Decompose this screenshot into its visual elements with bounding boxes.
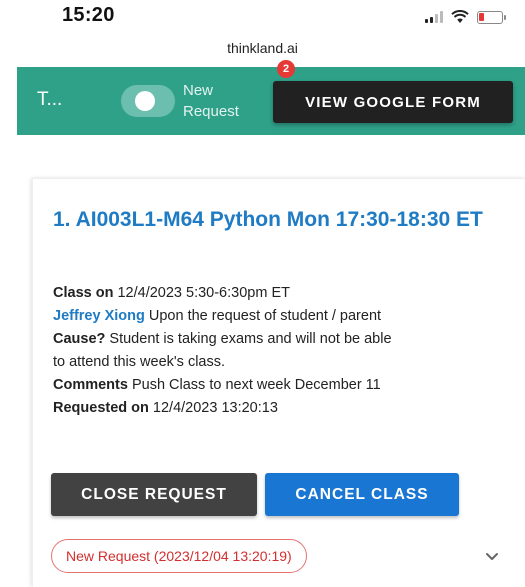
new-request-label: New Request (183, 80, 239, 122)
comments-label: Comments (53, 377, 128, 393)
requester-name[interactable]: Jeffrey Xiong (53, 308, 145, 324)
requester-note: Upon the request of student / parent (148, 308, 382, 324)
new-request-label-line2: Request (183, 103, 239, 120)
chevron-down-icon[interactable] (481, 545, 503, 567)
notification-badge: 2 (277, 60, 295, 78)
status-icons (425, 10, 506, 24)
toggle-knob[interactable] (135, 91, 155, 111)
requested-on-value: 12/4/2023 13:20:13 (152, 400, 278, 416)
battery-icon (477, 10, 506, 24)
request-details: Class on 12/4/2023 5:30-6:30pm ET Jeffre… (53, 282, 513, 420)
class-on-label: Class on (53, 285, 114, 301)
request-card: 1. AI003L1-M64 Python Mon 17:30-18:30 ET… (32, 178, 525, 587)
class-on-row: Class on 12/4/2023 5:30-6:30pm ET (53, 282, 513, 305)
url-bar[interactable]: thinkland.ai (0, 40, 525, 56)
new-request-label-line1: New (183, 82, 214, 99)
requester-row: Jeffrey Xiong Upon the request of studen… (53, 305, 513, 328)
request-title: 1. AI003L1-M64 Python Mon 17:30-18:30 ET (53, 208, 483, 231)
cancel-class-button[interactable]: CANCEL CLASS (265, 473, 459, 516)
signal-icon (425, 11, 443, 23)
cause-text-line1: Student is taking exams and will not be … (109, 331, 392, 347)
cause-row-continued: to attend this week's class. (53, 351, 513, 374)
wifi-icon (451, 10, 469, 23)
requested-on-label: Requested on (53, 400, 149, 416)
app-header: T... New Request 2 VIEW GOOGLE FORM (17, 60, 525, 135)
status-bar: 15:20 (0, 0, 525, 38)
clock: 15:20 (62, 4, 115, 26)
cause-label: Cause? (53, 331, 106, 347)
class-on-value: 12/4/2023 5:30-6:30pm ET (117, 285, 290, 301)
comments-row: Comments Push Class to next week Decembe… (53, 374, 513, 397)
cause-row: Cause? Student is taking exams and will … (53, 328, 513, 351)
view-google-form-button[interactable]: VIEW GOOGLE FORM (273, 81, 513, 123)
requested-on-row: Requested on 12/4/2023 13:20:13 (53, 397, 513, 420)
status-chip: New Request (2023/12/04 13:20:19) (51, 539, 307, 573)
app-title[interactable]: T... (37, 89, 62, 111)
comments-value: Push Class to next week December 11 (131, 377, 381, 393)
close-request-button[interactable]: CLOSE REQUEST (51, 473, 257, 516)
cause-text-line2: to attend this week's class. (53, 354, 226, 370)
